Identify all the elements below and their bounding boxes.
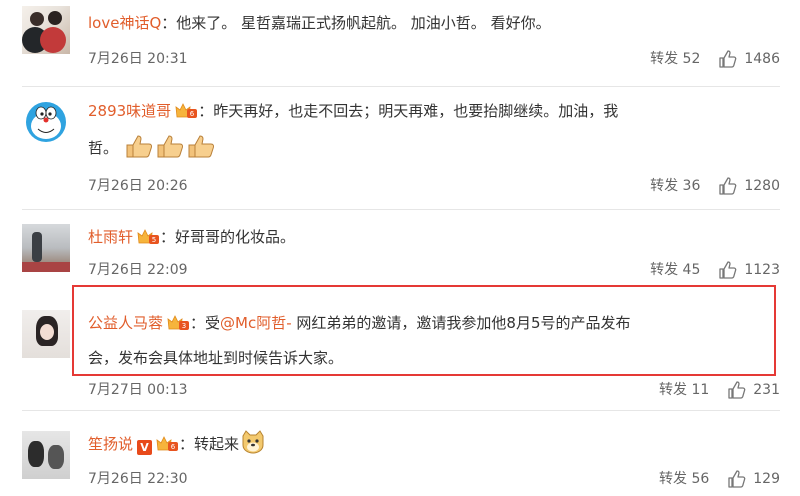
like-thumb-icon: [719, 50, 737, 68]
svg-text:3: 3: [182, 322, 186, 330]
timestamp: 7月26日 20:26: [88, 178, 188, 194]
avatar[interactable]: [22, 96, 70, 144]
like-count: 1486: [744, 51, 780, 67]
svg-text:6: 6: [190, 110, 195, 118]
comment-actions: 转发 52 1486: [650, 46, 780, 72]
timestamp: 7月26日 22:09: [88, 262, 188, 278]
vip-crown-badge-icon: 3: [166, 313, 190, 339]
avatar[interactable]: [22, 6, 70, 54]
comment-meta: 7月26日 22:30 转发 56 129: [88, 466, 780, 492]
like-thumb-icon: [719, 177, 737, 195]
vip-verified-badge: V: [137, 440, 153, 455]
comment-item: 杜雨轩 5 ：好哥哥的化妆品。 7月26日 22:09 转发 45 1123: [0, 210, 800, 290]
comment-actions: 转发 56 129: [659, 466, 780, 492]
comment-item: 公益人马蓉 3 ：受@Mc阿哲- 网红弟弟的邀请，邀请我参加他8月5号的产品发布 会…: [0, 290, 800, 410]
thumbs-up-emoji-icon: [186, 133, 216, 167]
repost-button[interactable]: 转发 56: [659, 466, 709, 492]
avatar[interactable]: [22, 224, 70, 272]
comment-body: 杜雨轩 5 ：好哥哥的化妆品。: [88, 224, 780, 253]
comment-text: ：好哥哥的化妆品。: [160, 228, 296, 246]
vip-crown-badge-icon: 6: [155, 434, 179, 460]
repost-button[interactable]: 转发 36: [650, 173, 700, 199]
comment-item: love神话Q：他来了。 星哲嘉瑞正式扬帆起航。 加油小哲。 看好你。 7月26…: [0, 0, 800, 88]
vip-crown-badge-icon: 6: [174, 101, 198, 127]
username-link[interactable]: 2893味道哥: [88, 102, 171, 120]
comment-item: 2893味道哥 6 ：昨天再好，也走不回去；明天再难，也要抬脚继续。加油，我 哲。 …: [0, 88, 800, 210]
comment-actions: 转发 45 1123: [650, 257, 780, 283]
svg-text:5: 5: [152, 236, 156, 244]
doge-emoji-icon: [240, 429, 266, 463]
thumbs-up-emoji-icon: [155, 133, 185, 167]
repost-button[interactable]: 转发 52: [650, 46, 700, 72]
comment-actions: 转发 36 1280: [650, 173, 780, 199]
username-link[interactable]: 笙扬说: [88, 435, 133, 453]
username-link[interactable]: 杜雨轩: [88, 228, 133, 246]
like-count: 1280: [744, 178, 780, 194]
repost-button[interactable]: 转发 11: [659, 377, 709, 403]
comment-body: 笙扬说 V 6 ：转起来: [88, 429, 780, 463]
like-thumb-icon: [728, 470, 746, 488]
comment-body: 2893味道哥 6 ：昨天再好，也走不回去；明天再难，也要抬脚继续。加油，我 哲。: [88, 98, 780, 167]
like-button[interactable]: 1280: [718, 176, 780, 196]
comment-text: ：昨天再好，也走不回去；明天再难，也要抬脚继续。加油，我: [198, 102, 619, 120]
timestamp: 7月27日 00:13: [88, 382, 188, 398]
comment-text: ：转起来: [179, 435, 240, 453]
timestamp: 7月26日 22:30: [88, 471, 188, 487]
like-thumb-icon: [728, 381, 746, 399]
comment-text: 哲。: [88, 139, 119, 157]
like-button[interactable]: 1123: [718, 260, 780, 280]
like-button[interactable]: 129: [727, 469, 780, 489]
avatar[interactable]: [22, 431, 70, 479]
like-thumb-icon: [719, 261, 737, 279]
vip-crown-badge-icon: 5: [136, 227, 160, 253]
doraemon-avatar-icon: [26, 102, 66, 142]
comment-item: 笙扬说 V 6 ：转起来 7月26日 22:30 转发 56 129: [0, 411, 800, 496]
comment-actions: 转发 11 231: [659, 377, 780, 403]
svg-text:6: 6: [171, 443, 176, 451]
comment-body: love神话Q：他来了。 星哲嘉瑞正式扬帆起航。 加油小哲。 看好你。: [88, 10, 780, 36]
comment-text: ：他来了。 星哲嘉瑞正式扬帆起航。 加油小哲。 看好你。: [161, 14, 551, 32]
username-link[interactable]: 公益人马蓉: [88, 314, 163, 332]
repost-button[interactable]: 转发 45: [650, 257, 700, 283]
like-button[interactable]: 1486: [718, 49, 780, 69]
mention-link[interactable]: @Mc阿哲-: [220, 314, 292, 332]
comment-text: 会，发布会具体地址到时候告诉大家。: [88, 349, 344, 367]
thumbs-up-emoji-icon: [124, 133, 154, 167]
username-link[interactable]: love神话Q: [88, 14, 161, 32]
divider: [22, 86, 780, 87]
comment-body: 公益人马蓉 3 ：受@Mc阿哲- 网红弟弟的邀请，邀请我参加他8月5号的产品发布 会…: [88, 310, 780, 371]
comment-meta: 7月26日 22:09 转发 45 1123: [88, 257, 780, 283]
comment-meta: 7月27日 00:13 转发 11 231: [88, 377, 780, 403]
comment-meta: 7月26日 20:26 转发 36 1280: [88, 173, 780, 199]
comment-text: ：受: [190, 314, 221, 332]
comment-text: 网红弟弟的邀请，邀请我参加他8月5号的产品发布: [291, 314, 631, 332]
timestamp: 7月26日 20:31: [88, 51, 188, 67]
comment-meta: 7月26日 20:31 转发 52 1486: [88, 46, 780, 72]
like-button[interactable]: 231: [727, 380, 780, 400]
like-count: 129: [753, 471, 780, 487]
like-count: 1123: [744, 262, 780, 278]
avatar[interactable]: [22, 310, 70, 358]
like-count: 231: [753, 382, 780, 398]
